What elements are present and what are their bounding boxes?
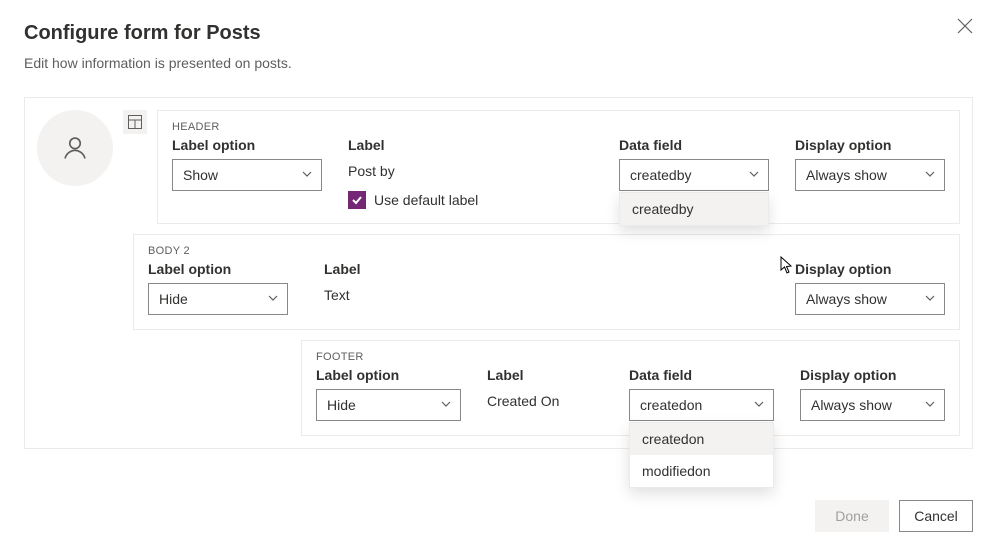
close-icon	[957, 18, 973, 34]
body2-display-option-select[interactable]: Always show	[795, 283, 945, 315]
dropdown-option[interactable]: createdby	[620, 193, 768, 225]
header-label-option-label: Label option	[172, 137, 322, 153]
cancel-button[interactable]: Cancel	[899, 500, 973, 532]
section-title: FOOTER	[302, 341, 959, 367]
header-display-option-label: Display option	[795, 137, 945, 153]
header-label-option-select[interactable]: Show	[172, 159, 322, 191]
body2-label-value: Text	[324, 283, 459, 303]
body2-label-option-select[interactable]: Hide	[148, 283, 288, 315]
use-default-label-text: Use default label	[374, 192, 478, 208]
close-button[interactable]	[957, 18, 973, 34]
chevron-down-icon	[267, 291, 279, 307]
footer-data-field-select[interactable]: createdon createdon modifiedon	[629, 389, 774, 421]
footer-data-field-label: Data field	[629, 367, 774, 383]
header-data-field-label: Data field	[619, 137, 769, 153]
configure-form-dialog: Configure form for Posts Edit how inform…	[0, 0, 997, 449]
dialog-title: Configure form for Posts	[24, 22, 973, 45]
dropdown-option[interactable]: modifiedon	[630, 455, 773, 487]
select-value: createdby	[630, 167, 691, 183]
dialog-subtitle: Edit how information is presented on pos…	[24, 55, 973, 71]
form-preview-panel: HEADER Label option Show Label Post by	[24, 97, 973, 449]
footer-display-option-select[interactable]: Always show	[800, 389, 945, 421]
layout-icon	[128, 115, 142, 129]
chevron-down-icon	[924, 291, 936, 307]
avatar	[37, 110, 113, 186]
body2-display-option-label: Display option	[795, 261, 945, 277]
header-label-label: Label	[348, 137, 558, 153]
footer-label-value: Created On	[487, 389, 603, 409]
select-value: createdon	[640, 397, 702, 413]
use-default-label-checkbox[interactable]	[348, 191, 366, 209]
chevron-down-icon	[440, 397, 452, 413]
select-value: Always show	[806, 291, 887, 307]
chevron-down-icon	[301, 167, 313, 183]
section-title: HEADER	[158, 111, 959, 137]
action-bar: Done Cancel	[815, 500, 973, 532]
chevron-down-icon	[753, 397, 765, 413]
chevron-down-icon	[924, 397, 936, 413]
person-icon	[61, 134, 89, 162]
footer-display-option-label: Display option	[800, 367, 945, 383]
select-value: Always show	[811, 397, 892, 413]
layout-toggle[interactable]	[123, 110, 147, 134]
select-value: Always show	[806, 167, 887, 183]
body2-section: BODY 2 Label option Hide Label Text Disp…	[133, 234, 960, 330]
footer-label-option-label: Label option	[316, 367, 461, 383]
footer-label-label: Label	[487, 367, 603, 383]
footer-label-option-select[interactable]: Hide	[316, 389, 461, 421]
header-display-option-select[interactable]: Always show	[795, 159, 945, 191]
header-section: HEADER Label option Show Label Post by	[157, 110, 960, 224]
header-data-field-dropdown: createdby	[619, 192, 769, 226]
body2-label-option-label: Label option	[148, 261, 298, 277]
select-value: Hide	[159, 291, 188, 307]
check-icon	[351, 194, 363, 206]
header-data-field-select[interactable]: createdby createdby	[619, 159, 769, 191]
select-value: Show	[183, 167, 218, 183]
footer-data-field-dropdown: createdon modifiedon	[629, 422, 774, 488]
chevron-down-icon	[748, 167, 760, 183]
section-title: BODY 2	[134, 235, 959, 261]
dropdown-option[interactable]: createdon	[630, 423, 773, 455]
chevron-down-icon	[924, 167, 936, 183]
done-button[interactable]: Done	[815, 500, 889, 532]
header-label-value: Post by	[348, 159, 558, 179]
body2-label-label: Label	[324, 261, 459, 277]
footer-section: FOOTER Label option Hide Label Created O…	[301, 340, 960, 436]
select-value: Hide	[327, 397, 356, 413]
